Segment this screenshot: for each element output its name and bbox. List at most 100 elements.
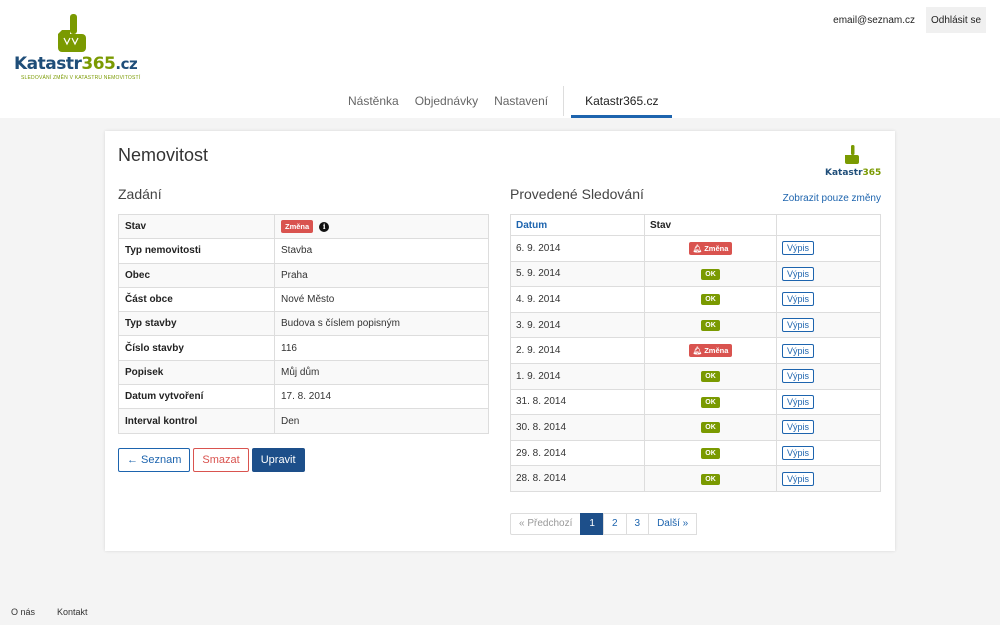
extract-button[interactable]: Výpis bbox=[782, 292, 815, 307]
row-state: 🔔︎ Změna bbox=[644, 337, 777, 364]
row-key: Typ nemovitosti bbox=[118, 238, 275, 264]
row-state: OK bbox=[644, 286, 777, 313]
row-action: Výpis bbox=[776, 337, 881, 364]
logout-button[interactable]: Odhlásit se bbox=[926, 7, 986, 33]
page-title: Nemovitost bbox=[118, 145, 209, 165]
status-badge: OK bbox=[701, 396, 720, 408]
table-row: Datum vytvoření 17. 8. 2014 bbox=[118, 384, 489, 410]
row-state: OK bbox=[644, 414, 777, 441]
status-badge: OK bbox=[701, 320, 720, 332]
row-state: 🔔︎ Změna bbox=[644, 235, 777, 262]
row-key: Datum vytvoření bbox=[118, 384, 275, 410]
edit-button[interactable]: Upravit bbox=[251, 447, 305, 472]
table-row: Číslo stavby 116 bbox=[118, 335, 489, 361]
pagination-prev: « Předchozí bbox=[510, 512, 582, 535]
extract-button[interactable]: Výpis bbox=[782, 369, 815, 384]
monitoring-table: Datum Stav 6. 9. 2014 🔔︎ Změna Výpis 5. … bbox=[510, 214, 881, 492]
nav-item-orders[interactable]: Objednávky bbox=[407, 86, 486, 118]
brand-logo[interactable]: Katastr365.cz Sledování změn v katastru … bbox=[14, 12, 140, 84]
table-row: 5. 9. 2014 OK Výpis bbox=[510, 260, 881, 288]
status-badge: OK bbox=[701, 371, 720, 383]
back-to-list-button[interactable]: ← Seznam bbox=[118, 447, 191, 472]
row-date: 1. 9. 2014 bbox=[510, 362, 645, 390]
brand-tagline: Sledování změn v katastru nemovitostí bbox=[21, 75, 141, 81]
pagination-next[interactable]: Další » bbox=[648, 512, 698, 535]
row-state: OK bbox=[644, 439, 777, 467]
monitoring-section: Provedené Sledování Zobrazit pouze změny… bbox=[510, 186, 881, 535]
row-date: 28. 8. 2014 bbox=[510, 465, 645, 492]
pagination-page-3[interactable]: 3 bbox=[625, 512, 650, 535]
table-row: 6. 9. 2014 🔔︎ Změna Výpis bbox=[510, 235, 881, 262]
property-card: Nemovitost Katastr365.cz Zadání Stav Změ… bbox=[105, 131, 895, 551]
assignment-title: Zadání bbox=[118, 186, 162, 202]
row-key: Část obce bbox=[118, 286, 275, 313]
pagination-page-1[interactable]: 1 bbox=[580, 512, 604, 535]
assignment-table: Stav Změna i Typ nemovitosti Stavba Obec … bbox=[118, 213, 489, 434]
table-row: Typ stavby Budova s číslem popisným bbox=[118, 311, 489, 337]
row-key: Typ stavby bbox=[118, 311, 275, 337]
extract-button[interactable]: Výpis bbox=[782, 241, 815, 256]
row-value: Den bbox=[274, 408, 489, 434]
row-key: Popisek bbox=[118, 359, 275, 386]
brand-name: Katastr365.cz bbox=[14, 54, 138, 74]
row-date: 5. 9. 2014 bbox=[510, 260, 645, 288]
row-value: Můj dům bbox=[274, 359, 489, 386]
footer-link-contact[interactable]: Kontakt bbox=[57, 607, 88, 617]
extract-button[interactable]: Výpis bbox=[782, 446, 815, 461]
column-header-date[interactable]: Datum bbox=[510, 214, 645, 236]
row-key: Interval kontrol bbox=[118, 408, 275, 434]
row-key: Stav bbox=[118, 213, 275, 240]
info-icon[interactable]: i bbox=[319, 221, 330, 232]
row-action: Výpis bbox=[776, 286, 881, 313]
delete-button[interactable]: Smazat bbox=[193, 447, 249, 472]
row-state: OK bbox=[644, 260, 777, 288]
table-row: 28. 8. 2014 OK Výpis bbox=[510, 465, 881, 492]
row-state: OK bbox=[644, 311, 777, 339]
pagination-page-2[interactable]: 2 bbox=[602, 512, 627, 535]
row-action: Výpis bbox=[776, 414, 881, 441]
status-badge: OK bbox=[701, 268, 720, 280]
table-row: Část obce Nové Město bbox=[118, 286, 489, 313]
row-key: Číslo stavby bbox=[118, 335, 275, 361]
row-date: 31. 8. 2014 bbox=[510, 388, 645, 416]
row-action: Výpis bbox=[776, 465, 881, 492]
table-row: 1. 9. 2014 OK Výpis bbox=[510, 362, 881, 390]
nav-item-settings[interactable]: Nastavení bbox=[486, 86, 556, 118]
extract-button[interactable]: Výpis bbox=[782, 394, 815, 409]
row-action: Výpis bbox=[776, 388, 881, 416]
row-state: OK bbox=[644, 388, 777, 416]
row-date: 6. 9. 2014 bbox=[510, 235, 645, 262]
extract-button[interactable]: Výpis bbox=[782, 420, 815, 435]
svg-text:Katastr365.cz: Katastr365.cz bbox=[825, 168, 881, 177]
extract-button[interactable]: Výpis bbox=[782, 471, 815, 486]
row-date: 2. 9. 2014 bbox=[510, 337, 645, 364]
table-row: 29. 8. 2014 OK Výpis bbox=[510, 439, 881, 467]
table-row: Typ nemovitosti Stavba bbox=[118, 238, 489, 264]
extract-button[interactable]: Výpis bbox=[782, 266, 815, 281]
row-action: Výpis bbox=[776, 260, 881, 288]
show-only-changes-link[interactable]: Zobrazit pouze změny bbox=[783, 193, 881, 204]
status-badge: 🔔︎ Změna bbox=[688, 344, 733, 358]
extract-button[interactable]: Výpis bbox=[782, 343, 815, 358]
table-row: Popisek Můj dům bbox=[118, 359, 489, 386]
table-row: Interval kontrol Den bbox=[118, 408, 489, 434]
row-key: Obec bbox=[118, 262, 275, 288]
nav-divider bbox=[563, 86, 565, 116]
table-header-row: Datum Stav bbox=[510, 214, 881, 236]
row-value: Změna i bbox=[274, 213, 489, 240]
row-action: Výpis bbox=[776, 439, 881, 467]
user-email: email@seznam.cz bbox=[833, 15, 915, 26]
table-row: 4. 9. 2014 OK Výpis bbox=[510, 286, 881, 313]
extract-button[interactable]: Výpis bbox=[782, 318, 815, 333]
row-state: OK bbox=[644, 465, 777, 492]
nav-item-dashboard[interactable]: Nástěnka bbox=[340, 86, 407, 118]
action-buttons: ← Seznam Smazat Upravit bbox=[118, 447, 489, 472]
nav-item-katastr365[interactable]: Katastr365.cz bbox=[571, 86, 673, 118]
table-row: 31. 8. 2014 OK Výpis bbox=[510, 388, 881, 416]
footer-link-about[interactable]: O nás bbox=[11, 607, 35, 617]
row-value: Praha bbox=[274, 262, 489, 288]
status-badge: Změna bbox=[281, 220, 314, 234]
row-date: 4. 9. 2014 bbox=[510, 286, 645, 313]
footer: O nás Kontakt bbox=[11, 607, 88, 617]
column-header-state: Stav bbox=[644, 214, 777, 236]
